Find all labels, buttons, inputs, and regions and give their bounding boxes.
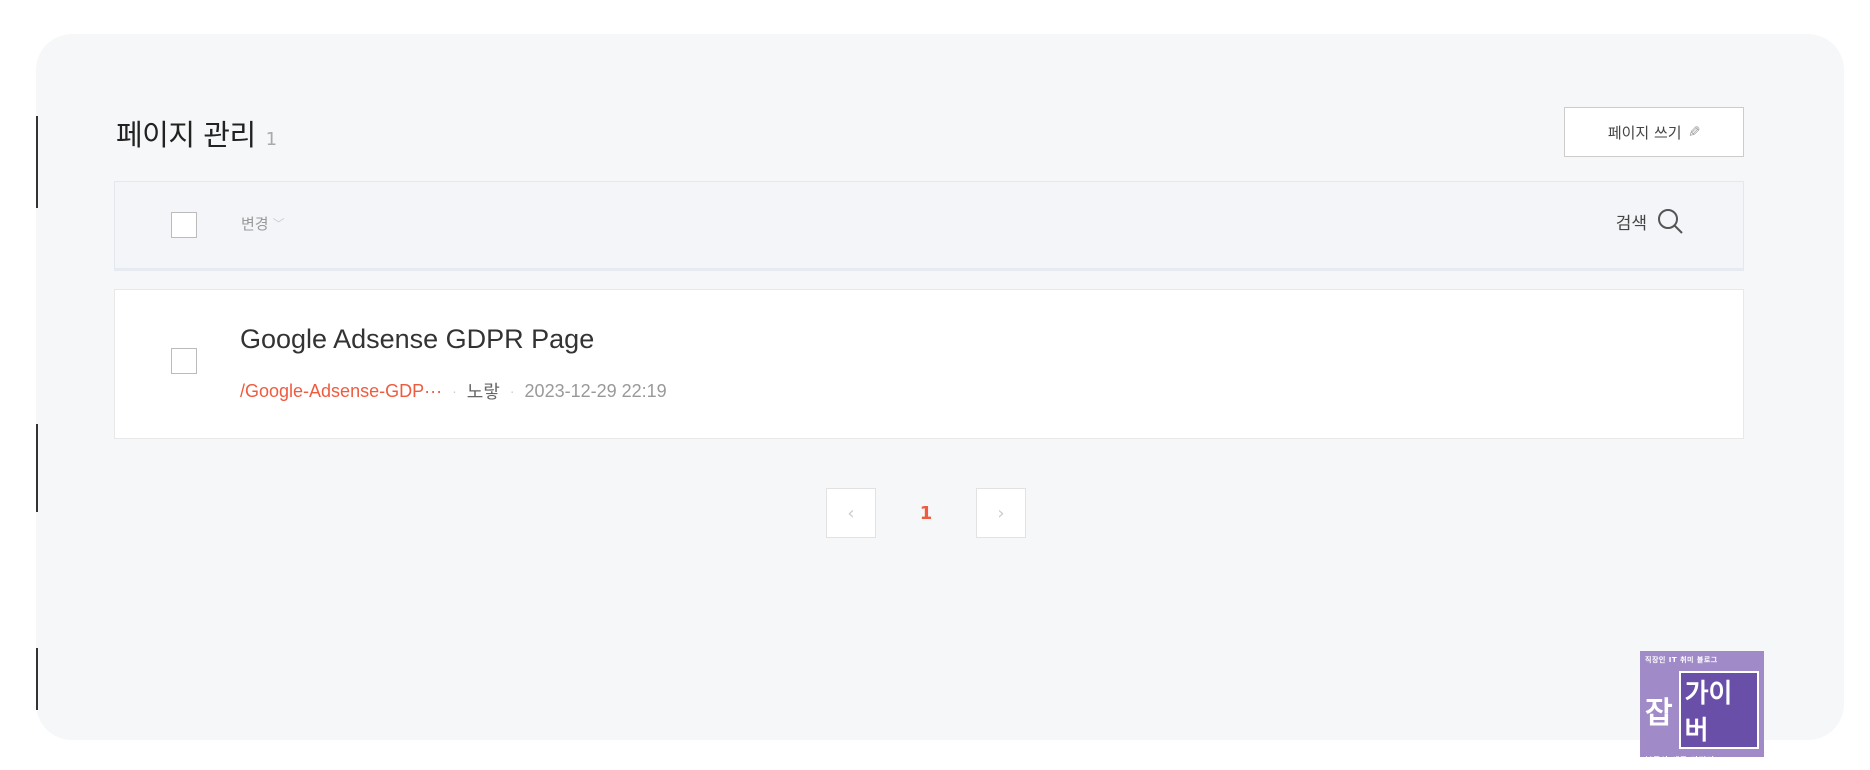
sort-label: 변경 — [241, 215, 269, 233]
edge-divider — [36, 648, 38, 710]
page-header: 페이지 관리 1 — [116, 112, 277, 154]
meta-separator: · — [509, 383, 515, 399]
page-author: 노랗 — [466, 382, 500, 402]
watermark-name: 가이버 — [1678, 671, 1759, 749]
page-count: 1 — [265, 129, 278, 150]
watermark-mark: 잡 — [1645, 696, 1673, 731]
edge-divider — [36, 424, 38, 512]
pencil-icon: ✎ — [1687, 123, 1701, 141]
search-label: 검색 — [1615, 213, 1647, 234]
edge-divider — [36, 116, 38, 208]
chevron-down-icon: ﹀ — [272, 217, 285, 231]
chevron-right-icon: › — [997, 502, 1005, 524]
page-title: 페이지 관리 — [116, 118, 256, 152]
page-date: 2023-12-29 22:19 — [524, 380, 667, 401]
select-all-checkbox[interactable] — [171, 212, 197, 238]
row-checkbox[interactable] — [171, 348, 197, 374]
page-title-link[interactable]: Google Adsense GDPR Page — [240, 324, 594, 355]
page-number-current[interactable]: 1 — [876, 503, 976, 524]
watermark-subtitle: 부동산 세금 자전거 — [1645, 756, 1715, 765]
watermark-tagline: 직장인 IT 취미 블로그 — [1645, 656, 1718, 664]
next-page-button[interactable]: › — [976, 488, 1026, 538]
prev-page-button[interactable]: ‹ — [826, 488, 876, 538]
list-toolbar: 변경 ﹀ 검색 — [114, 181, 1744, 271]
page-slug-link[interactable]: /Google-Adsense-GDP··· — [240, 381, 442, 402]
write-page-label: 페이지 쓰기 — [1607, 123, 1682, 142]
meta-separator: · — [452, 383, 457, 399]
search-button[interactable]: 검색 — [1616, 206, 1685, 236]
page-list-row: Google Adsense GDPR Page /Google-Adsense… — [114, 289, 1744, 439]
search-icon — [1658, 209, 1683, 234]
chevron-left-icon: ‹ — [847, 502, 855, 524]
pagination: ‹ 1 › — [826, 488, 1026, 538]
watermark-logo: 직장인 IT 취미 블로그 잡 가이버 부동산 세금 자전거 — [1640, 651, 1764, 765]
sort-dropdown[interactable]: 변경 ﹀ — [241, 213, 285, 234]
page-meta: /Google-Adsense-GDP··· · 노랗 · 2023-12-29… — [240, 378, 667, 404]
write-page-button[interactable]: 페이지 쓰기 ✎ — [1564, 107, 1744, 157]
